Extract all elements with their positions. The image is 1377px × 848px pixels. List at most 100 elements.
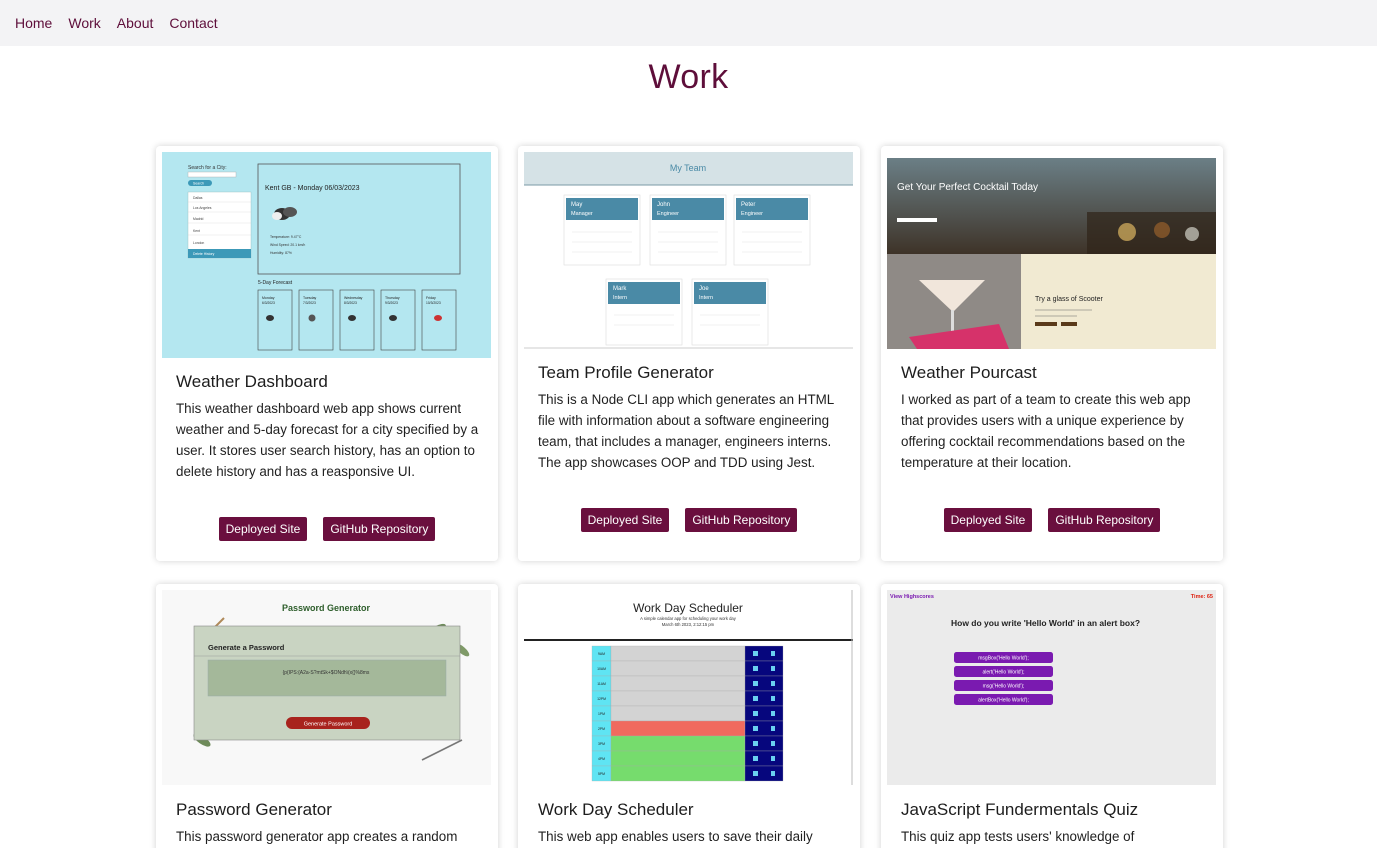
svg-text:9/3/2023: 9/3/2023 <box>385 301 398 305</box>
svg-text:Joe: Joe <box>699 286 709 292</box>
thumb-pw-panel-title: Generate a Password <box>208 643 285 652</box>
project-card-work-day-scheduler: Work Day Scheduler A simple calendar app… <box>518 584 860 848</box>
thumb-hero-text: Get Your Perfect Cocktail Today <box>897 182 1038 193</box>
project-screenshot: Work Day Scheduler A simple calendar app… <box>524 590 853 785</box>
thumb-drink-name: Try a glass of Scooter <box>1035 296 1103 303</box>
svg-text:Mark: Mark <box>613 286 627 292</box>
thumb-member-card-3: Mark Intern <box>605 278 683 346</box>
thumb-forecast-card-1: Tuesday 7/3/2023 <box>298 289 334 351</box>
thumb-current-line-2: Humidity: 87% <box>270 251 292 255</box>
project-card-password-generator: Password Generator Generate a Password {… <box>156 584 498 848</box>
svg-text:Manager: Manager <box>571 211 593 217</box>
svg-text:5PM: 5PM <box>598 772 605 776</box>
project-title: JavaScript Fundermentals Quiz <box>901 800 1139 819</box>
thumb-forecast-card-2: Wednesday 8/3/2023 <box>339 289 375 351</box>
page-title: Work <box>648 58 729 96</box>
github-repository-button[interactable]: GitHub Repository <box>323 517 436 541</box>
project-description: This quiz app tests users' knowledge of <box>901 829 1135 844</box>
thumb-current-line-1: Wind Speed: 20.1 km/h <box>270 243 305 247</box>
nav-link-work[interactable]: Work <box>68 15 100 31</box>
thumb-forecast-heading: 5-Day Forecast <box>258 280 293 286</box>
github-repository-button[interactable]: GitHub Repository <box>685 508 798 532</box>
thumb-wds-header: Work Day Scheduler <box>633 601 743 615</box>
github-repository-button[interactable]: GitHub Repository <box>1048 508 1161 532</box>
thumb-pw-header: Password Generator <box>282 603 371 613</box>
svg-text:9AM: 9AM <box>598 652 605 656</box>
svg-text:Engineer: Engineer <box>657 211 679 217</box>
thumb-forecast-card-3: Thursday 9/3/2023 <box>380 289 416 351</box>
project-title: Team Profile Generator <box>538 363 714 382</box>
svg-text:Tuesday: Tuesday <box>303 296 317 300</box>
project-description: This is a Node CLI app which generates a… <box>538 392 834 470</box>
project-card-team-profile-generator: My Team May Manager John Engineer Peter … <box>518 146 860 561</box>
svg-text:4PM: 4PM <box>598 757 605 761</box>
svg-text:1PM: 1PM <box>598 712 605 716</box>
project-card-weather-dashboard: Search for a City: Search Dallas Los Ang… <box>156 146 498 561</box>
project-description: This web app enables users to save their… <box>538 829 813 844</box>
project-card-javascript-quiz: View Highscores Time: 65 How do you writ… <box>881 584 1223 848</box>
thumb-current-line-0: Temperature: 9.47°C <box>270 235 302 239</box>
svg-text:3PM: 3PM <box>598 742 605 746</box>
project-screenshot: My Team May Manager John Engineer Peter … <box>524 152 853 349</box>
svg-text:Thursday: Thursday <box>385 296 400 300</box>
thumb-current-title: Kent GB - Monday 06/03/2023 <box>265 185 360 192</box>
thumb-quiz-answer-2: msg('Hello World'); <box>983 684 1025 690</box>
svg-text:John: John <box>657 202 670 208</box>
project-title: Weather Dashboard <box>176 372 328 391</box>
team-profile-preview: My Team May Manager John Engineer Peter … <box>524 152 853 349</box>
thumb-forecast-card-4: Friday 10/3/2023 <box>421 289 457 351</box>
svg-text:Monday: Monday <box>262 296 275 300</box>
thumb-quiz-timer: Time: 65 <box>1191 594 1213 600</box>
weather-pourcast-preview: Get Your Perfect Cocktail Today Try a gl… <box>887 152 1216 349</box>
project-screenshot: Get Your Perfect Cocktail Today Try a gl… <box>887 152 1216 349</box>
thumb-history-3: Kent <box>193 229 200 233</box>
svg-text:Intern: Intern <box>613 295 627 301</box>
project-screenshot: Password Generator Generate a Password {… <box>162 590 491 785</box>
project-description: This weather dashboard web app shows cur… <box>176 401 479 479</box>
thumb-quiz-highscores: View Highscores <box>890 594 934 600</box>
deployed-site-button[interactable]: Deployed Site <box>218 517 308 541</box>
thumb-history-0: Dallas <box>193 196 203 200</box>
project-description: This password generator app creates a ra… <box>176 829 458 844</box>
nav-link-home[interactable]: Home <box>15 15 52 31</box>
svg-text:2PM: 2PM <box>598 727 605 731</box>
svg-text:8/3/2023: 8/3/2023 <box>344 301 357 305</box>
nav-link-about[interactable]: About <box>117 15 154 31</box>
thumb-history-2: Madrid <box>193 217 203 221</box>
svg-text:Engineer: Engineer <box>741 211 763 217</box>
svg-text:Wednesday: Wednesday <box>344 296 363 300</box>
svg-text:Peter: Peter <box>741 202 755 208</box>
svg-text:6/3/2023: 6/3/2023 <box>262 301 275 305</box>
project-screenshot: Search for a City: Search Dallas Los Ang… <box>162 152 491 358</box>
deployed-site-button[interactable]: Deployed Site <box>580 508 670 532</box>
project-links: Deployed Site GitHub Repository <box>518 508 860 532</box>
project-title: Work Day Scheduler <box>538 800 694 819</box>
project-description: I worked as part of a team to create thi… <box>901 392 1191 470</box>
work-day-scheduler-preview: Work Day Scheduler A simple calendar app… <box>524 590 853 785</box>
thumb-wds-date: March 6th 2023, 2:12:15 pm <box>662 622 715 627</box>
svg-text:11AM: 11AM <box>597 682 606 686</box>
svg-text:12PM: 12PM <box>597 697 606 701</box>
thumb-search-button: Search <box>193 182 204 186</box>
thumb-member-card-2: Peter Engineer <box>733 194 811 266</box>
navbar: Home Work About Contact <box>0 0 1377 46</box>
thumb-search-label: Search for a City: <box>188 165 227 171</box>
thumb-history-4: London <box>193 241 204 245</box>
svg-text:7/3/2023: 7/3/2023 <box>303 301 316 305</box>
deployed-site-button[interactable]: Deployed Site <box>943 508 1033 532</box>
thumb-member-card-0: May Manager <box>563 194 641 266</box>
thumb-pw-value: {p{IPS:{A2a-S?mtSk+$ONdh\(x{}%8ms <box>283 670 370 676</box>
javascript-quiz-preview: View Highscores Time: 65 How do you writ… <box>887 590 1216 785</box>
project-screenshot: View Highscores Time: 65 How do you writ… <box>887 590 1216 785</box>
thumb-delete-history: Delete History <box>193 252 215 256</box>
svg-text:May: May <box>571 202 582 208</box>
svg-text:Intern: Intern <box>699 295 713 301</box>
thumb-wds-subtitle: A simple calendar app for scheduling you… <box>640 616 737 621</box>
project-card-weather-pourcast: Get Your Perfect Cocktail Today Try a gl… <box>881 146 1223 561</box>
weather-dashboard-preview: Search for a City: Search Dallas Los Ang… <box>162 152 491 358</box>
thumb-forecast-card-0: Monday 6/3/2023 <box>257 289 293 351</box>
project-title: Password Generator <box>176 800 332 819</box>
password-generator-preview: Password Generator Generate a Password {… <box>162 590 491 785</box>
project-links: Deployed Site GitHub Repository <box>156 517 498 541</box>
nav-link-contact[interactable]: Contact <box>169 15 217 31</box>
